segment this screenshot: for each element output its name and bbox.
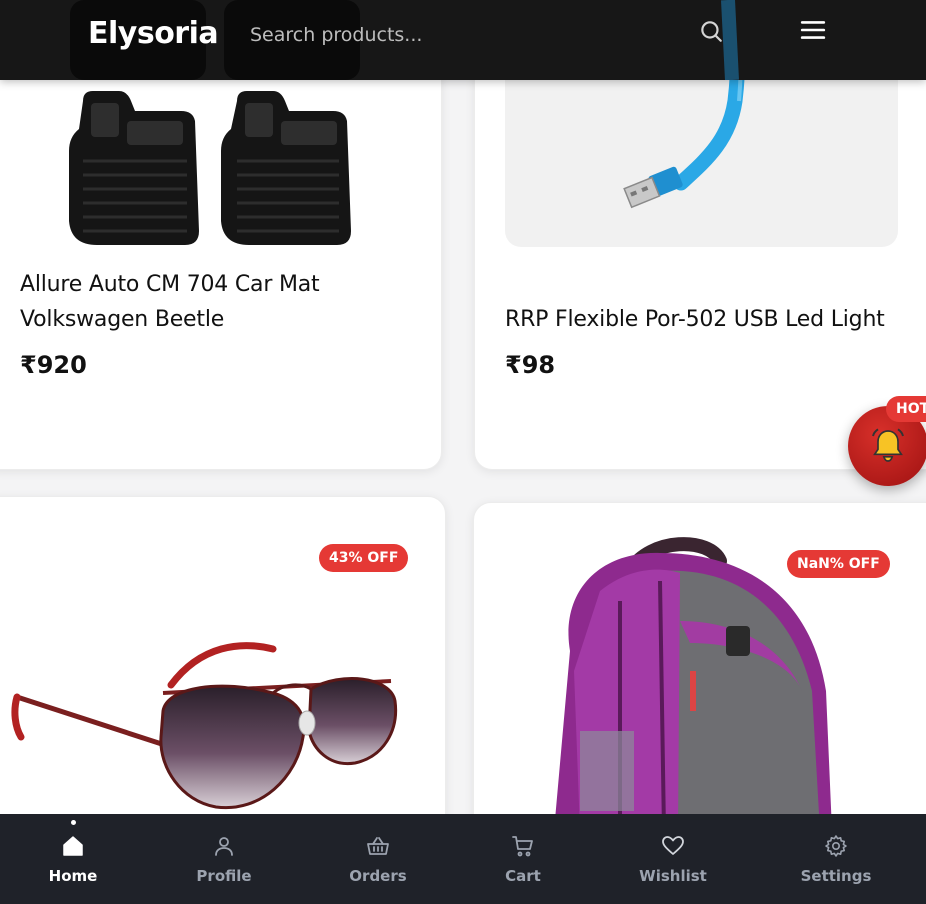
nav-label: Orders	[349, 867, 407, 885]
product-title-line2[interactable]: Volkswagen Beetle	[20, 302, 319, 337]
heart-icon	[662, 836, 684, 855]
product-title-line1[interactable]: Allure Auto CM 704 Car Mat	[20, 267, 320, 302]
cart-icon	[512, 836, 533, 857]
product-price: ₹920	[20, 351, 87, 379]
basket-icon	[367, 837, 389, 855]
user-icon	[215, 837, 233, 856]
nav-settings[interactable]: Settings	[781, 814, 891, 904]
search-input[interactable]	[250, 16, 670, 54]
hot-badge: HOT	[886, 396, 926, 422]
gear-icon	[825, 835, 847, 857]
top-header: Elysoria	[0, 0, 926, 80]
brand-logo[interactable]: Elysoria	[88, 16, 219, 51]
product-title[interactable]: RRP Flexible Por-502 USB Led Light	[505, 302, 885, 337]
backpack-image	[554, 537, 832, 831]
home-icon	[63, 836, 83, 856]
bell-icon	[872, 428, 904, 462]
nav-cart[interactable]: Cart	[468, 814, 578, 904]
bottom-navigation: Home Profile Orders Cart Wishlist Settin…	[0, 814, 926, 904]
nav-wishlist[interactable]: Wishlist	[618, 814, 728, 904]
menu-icon[interactable]	[800, 17, 826, 43]
product-price: ₹98	[505, 351, 556, 379]
search-icon[interactable]	[698, 18, 724, 44]
active-indicator	[71, 820, 76, 825]
nav-label: Cart	[505, 867, 541, 885]
nav-label: Wishlist	[639, 867, 707, 885]
aviator-sunglasses-image	[11, 642, 398, 810]
nav-profile[interactable]: Profile	[169, 814, 279, 904]
nav-label: Home	[48, 867, 98, 885]
nav-orders[interactable]: Orders	[323, 814, 433, 904]
nav-label: Profile	[196, 867, 252, 885]
nav-home[interactable]: Home	[18, 814, 128, 904]
discount-badge: 43% OFF	[319, 544, 409, 572]
nav-label: Settings	[800, 867, 872, 885]
